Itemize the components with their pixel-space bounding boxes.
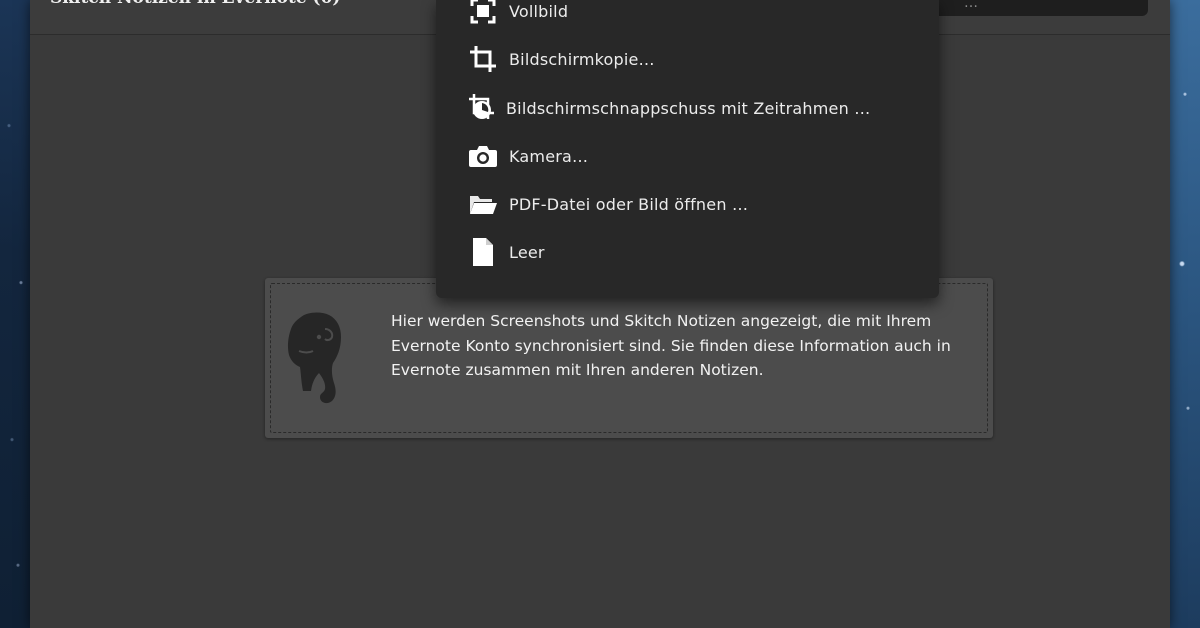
menu-item-crop[interactable]: Bildschirmkopie… — [436, 42, 939, 76]
blank-document-icon — [468, 237, 498, 267]
menu-item-label: Kamera… — [509, 146, 589, 166]
window-title: Skitch Notizen in Evernote (0) — [50, 0, 340, 8]
menu-item-label: Vollbild — [509, 1, 569, 21]
crop-icon — [468, 44, 498, 74]
capture-menu: Vollbild Bildschirmkopie… Bildschirmschn… — [436, 0, 939, 298]
folder-icon — [468, 189, 498, 219]
desktop-wallpaper-right — [1170, 0, 1200, 628]
menu-item-label: Bildschirmschnappschuss mit Zeitrahmen … — [506, 98, 871, 118]
timed-capture-icon — [468, 93, 498, 123]
fullscreen-icon — [468, 0, 498, 26]
info-message: Hier werden Screenshots und Skitch Notiz… — [391, 312, 951, 379]
desktop-wallpaper-left — [0, 0, 30, 628]
menu-item-blank[interactable]: Leer — [436, 235, 939, 269]
camera-icon — [468, 141, 498, 171]
info-panel: Hier werden Screenshots und Skitch Notiz… — [265, 278, 993, 438]
menu-item-open-file[interactable]: PDF-Datei oder Bild öffnen … — [436, 187, 939, 221]
menu-item-label: Leer — [509, 242, 545, 262]
evernote-elephant-icon — [287, 312, 341, 404]
menu-item-label: PDF-Datei oder Bild öffnen … — [509, 194, 749, 214]
menu-item-timed-capture[interactable]: Bildschirmschnappschuss mit Zeitrahmen … — [436, 91, 939, 125]
menu-item-camera[interactable]: Kamera… — [436, 139, 939, 173]
menu-item-fullscreen[interactable]: Vollbild — [436, 0, 939, 28]
menu-item-label: Bildschirmkopie… — [509, 49, 655, 69]
